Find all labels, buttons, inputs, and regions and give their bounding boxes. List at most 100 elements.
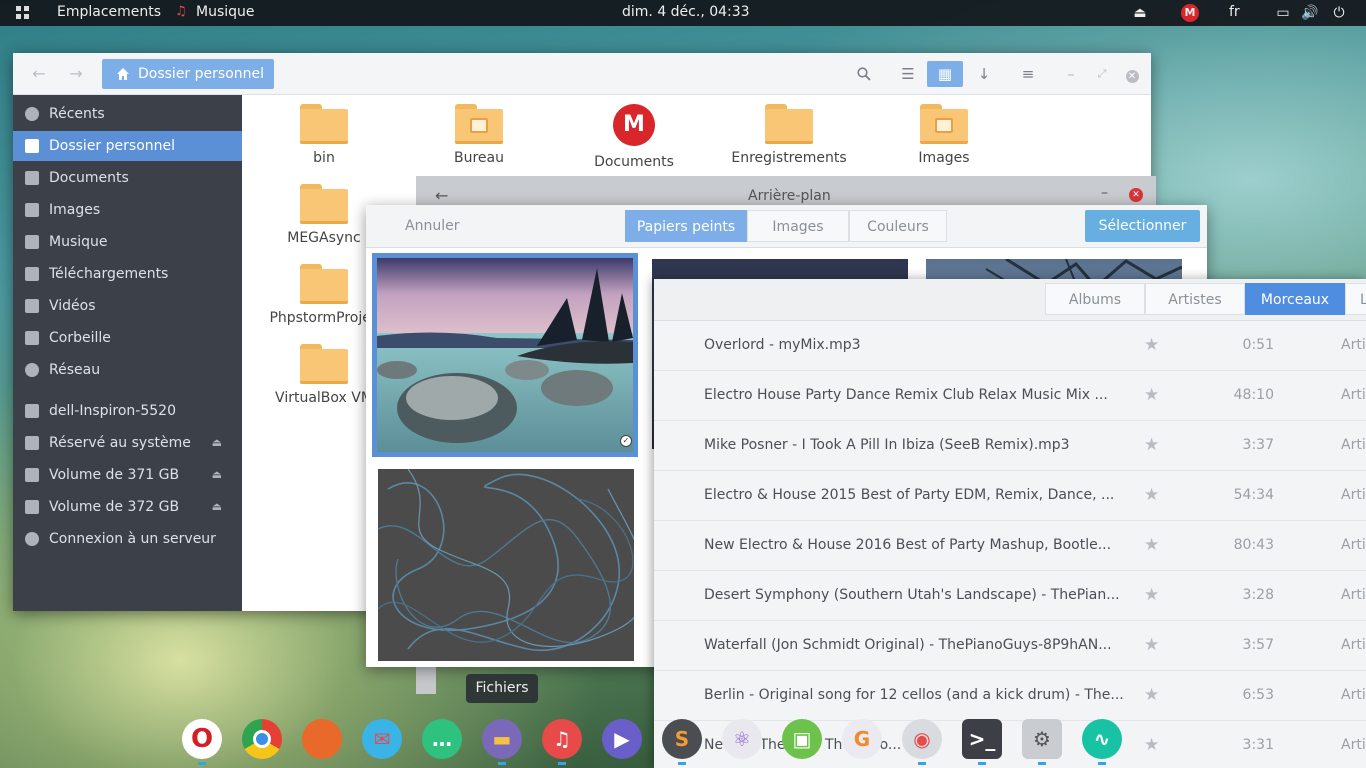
sidebar-item[interactable]: Volume de 371 GB ⏏ bbox=[13, 460, 242, 490]
star-icon[interactable]: ★ bbox=[1144, 585, 1159, 605]
chrome-icon[interactable] bbox=[242, 719, 282, 759]
display-icon[interactable]: ▭ bbox=[1274, 4, 1292, 22]
tab-wallpapers[interactable]: Papiers peints bbox=[625, 210, 747, 242]
track-row[interactable]: Waterfall (Jon Schmidt Original) - ThePi… bbox=[654, 621, 1366, 671]
video-icon[interactable]: ▶ bbox=[602, 719, 642, 759]
music-icon[interactable]: ♫ bbox=[542, 719, 582, 759]
file-item[interactable]: bin bbox=[264, 104, 384, 166]
track-title: New Electro & House 2016 Best of Party M… bbox=[704, 537, 1112, 553]
sidebar-item[interactable]: Récents bbox=[13, 99, 242, 129]
running-indicator bbox=[978, 762, 986, 765]
chat-icon[interactable]: … bbox=[422, 719, 462, 759]
home-icon bbox=[117, 68, 129, 80]
grid-view-icon[interactable]: ▦ bbox=[927, 61, 963, 87]
select-button[interactable]: Sélectionner bbox=[1085, 210, 1200, 242]
clock[interactable]: dim. 4 déc., 04:33 bbox=[622, 4, 750, 20]
track-row[interactable]: Electro & House 2015 Best of Party EDM, … bbox=[654, 471, 1366, 521]
video-icon bbox=[25, 299, 39, 313]
power-icon[interactable]: ⏻ bbox=[1330, 4, 1348, 22]
track-row[interactable]: Electro House Party Dance Remix Club Rel… bbox=[654, 371, 1366, 421]
track-row[interactable]: Overlord - myMix.mp3 ★ 0:51 Artis bbox=[654, 321, 1366, 371]
folder-icon bbox=[300, 104, 348, 144]
star-icon[interactable]: ★ bbox=[1144, 735, 1159, 755]
sidebar-item-label: Téléchargements bbox=[49, 266, 169, 282]
breadcrumb-label: Dossier personnel bbox=[138, 66, 265, 82]
sidebar-item[interactable]: Vidéos bbox=[13, 291, 242, 321]
minimize-icon[interactable]: – bbox=[1101, 185, 1108, 201]
file-item[interactable]: Bureau bbox=[419, 104, 539, 166]
star-icon[interactable]: ★ bbox=[1144, 385, 1159, 405]
breadcrumb-home[interactable]: Dossier personnel bbox=[102, 59, 274, 89]
file-item[interactable]: Images bbox=[884, 104, 1004, 166]
atom-icon[interactable]: ⚛ bbox=[722, 719, 762, 759]
sidebar-item[interactable]: dell-Inspiron-5520 bbox=[13, 396, 242, 426]
language-indicator[interactable]: fr bbox=[1229, 4, 1240, 20]
eject-icon[interactable]: ⏏ bbox=[212, 428, 222, 458]
file-label: Enregistrements bbox=[731, 150, 847, 166]
image-viewer-icon[interactable]: ▣ bbox=[782, 719, 822, 759]
files-icon[interactable]: ▬ bbox=[482, 719, 522, 759]
tab-playlists[interactable]: L bbox=[1345, 283, 1366, 315]
sidebar-item[interactable]: Connexion à un serveur bbox=[13, 524, 242, 554]
cancel-button[interactable]: Annuler bbox=[405, 218, 459, 234]
back-arrow-icon[interactable]: ← bbox=[29, 64, 49, 84]
file-item[interactable]: M Documents bbox=[574, 104, 694, 170]
volume-icon[interactable]: 🔊 bbox=[1301, 4, 1319, 22]
sidebar-item[interactable]: Musique bbox=[13, 227, 242, 257]
track-row[interactable]: Berlin - Original song for 12 cellos (an… bbox=[654, 671, 1366, 721]
file-item[interactable]: Enregistrements bbox=[729, 104, 849, 166]
star-icon[interactable]: ★ bbox=[1144, 435, 1159, 455]
track-row[interactable]: New Electro & House 2016 Best of Party M… bbox=[654, 521, 1366, 571]
terminal-icon[interactable]: >_ bbox=[962, 719, 1002, 759]
search-icon[interactable] bbox=[846, 61, 882, 87]
settings-icon[interactable]: ⚙ bbox=[1022, 719, 1062, 759]
star-icon[interactable]: ★ bbox=[1144, 335, 1159, 355]
eject-icon[interactable]: ⏏ bbox=[1131, 4, 1149, 22]
star-icon[interactable]: ★ bbox=[1144, 635, 1159, 655]
sublime-icon[interactable]: S bbox=[662, 719, 702, 759]
sidebar-item[interactable]: Réservé au système ⏏ bbox=[13, 428, 242, 458]
dialog-header: Annuler Papiers peints Images Couleurs S… bbox=[366, 205, 1207, 248]
mail-icon[interactable]: ✉ bbox=[362, 719, 402, 759]
back-arrow-icon[interactable]: ← bbox=[435, 186, 448, 205]
sidebar-item[interactable]: Réseau bbox=[13, 355, 242, 385]
track-duration: 54:34 bbox=[1233, 487, 1274, 503]
star-icon[interactable]: ★ bbox=[1144, 485, 1159, 505]
tab-albums[interactable]: Albums bbox=[1045, 283, 1145, 315]
tab-artists[interactable]: Artistes bbox=[1145, 283, 1245, 315]
sort-down-icon[interactable]: ↓ bbox=[966, 61, 1002, 87]
tab-images[interactable]: Images bbox=[747, 210, 849, 242]
star-icon[interactable]: ★ bbox=[1144, 535, 1159, 555]
eject-icon[interactable]: ⏏ bbox=[212, 492, 222, 522]
wallpaper-thumb-lake[interactable]: ✓ bbox=[372, 253, 638, 457]
track-row[interactable]: Desert Symphony (Southern Utah's Landsca… bbox=[654, 571, 1366, 621]
sidebar-item[interactable]: Téléchargements bbox=[13, 259, 242, 289]
menu-icon[interactable]: ≡ bbox=[1010, 61, 1046, 87]
opera-icon[interactable]: O bbox=[182, 719, 222, 759]
toggles-icon[interactable]: ◉ bbox=[902, 719, 942, 759]
eject-icon[interactable]: ⏏ bbox=[212, 460, 222, 490]
tab-tracks[interactable]: Morceaux bbox=[1245, 283, 1345, 315]
star-icon[interactable]: ★ bbox=[1144, 685, 1159, 705]
track-row[interactable]: Mike Posner - I Took A Pill In Ibiza (Se… bbox=[654, 421, 1366, 471]
firefox-icon[interactable] bbox=[302, 719, 342, 759]
wallpaper-thumb-lines[interactable] bbox=[378, 469, 634, 661]
places-menu[interactable]: Emplacements bbox=[57, 4, 161, 20]
forward-arrow-icon[interactable]: → bbox=[66, 64, 86, 84]
tab-colors[interactable]: Couleurs bbox=[849, 210, 947, 242]
sidebar-item[interactable]: Documents bbox=[13, 163, 242, 193]
activities-grid-icon[interactable] bbox=[16, 6, 29, 19]
app-menu[interactable]: Musique bbox=[196, 4, 255, 20]
sidebar-item[interactable]: Corbeille bbox=[13, 323, 242, 353]
sidebar-item[interactable]: Dossier personnel bbox=[13, 131, 242, 161]
uget-icon[interactable]: G bbox=[842, 719, 882, 759]
sidebar-item[interactable]: Images bbox=[13, 195, 242, 225]
track-duration: 3:28 bbox=[1242, 587, 1274, 603]
sidebar-item-label: Documents bbox=[49, 170, 129, 186]
list-view-icon[interactable]: ☰ bbox=[890, 61, 926, 87]
system-monitor-icon[interactable]: ∿ bbox=[1082, 719, 1122, 759]
close-icon[interactable]: ✕ bbox=[1129, 188, 1143, 202]
close-icon[interactable]: ✕ bbox=[1114, 61, 1150, 87]
mega-tray-icon[interactable]: M bbox=[1181, 4, 1199, 22]
sidebar-item[interactable]: Volume de 372 GB ⏏ bbox=[13, 492, 242, 522]
